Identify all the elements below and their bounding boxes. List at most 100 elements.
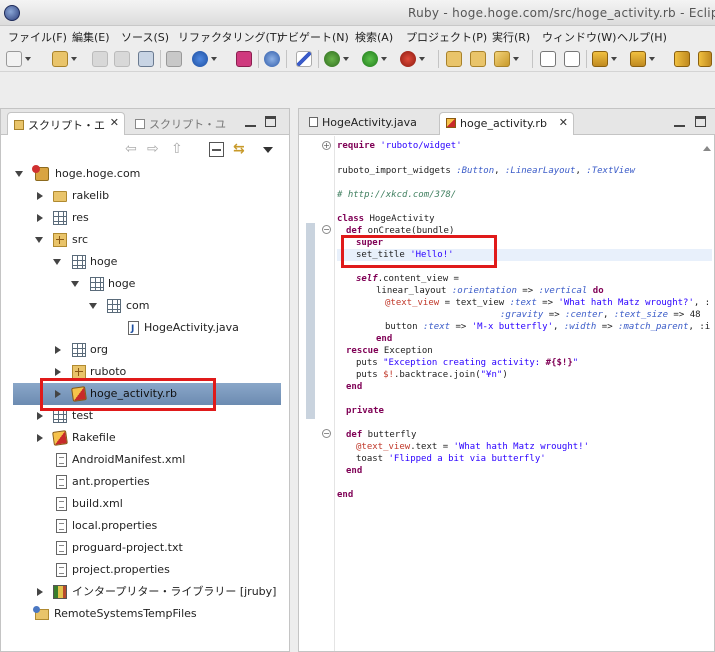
tree-item-res[interactable]: res	[1, 207, 289, 229]
globe-dropdown-icon[interactable]	[211, 57, 217, 61]
collapse-icon[interactable]	[89, 303, 97, 309]
external-tools-dropdown-icon[interactable]	[419, 57, 425, 61]
tree-item-project[interactable]: hoge.hoge.com	[1, 163, 289, 185]
expand-icon[interactable]	[37, 434, 43, 442]
scroll-up-icon[interactable]	[703, 143, 711, 151]
collapse-icon[interactable]	[53, 259, 61, 265]
menu-run[interactable]: 実行(R)	[492, 29, 530, 45]
brush-dropdown-icon[interactable]	[513, 57, 519, 61]
new-project-icon[interactable]	[52, 51, 68, 67]
fold-expand-icon[interactable]: +	[322, 141, 331, 150]
open-type-icon[interactable]	[470, 51, 486, 67]
close-icon[interactable]: ✕	[559, 116, 568, 129]
collapse-icon[interactable]	[15, 171, 23, 177]
menu-source[interactable]: ソース(S)	[121, 29, 169, 45]
expand-icon[interactable]	[55, 346, 61, 354]
tree-label: com	[126, 299, 150, 312]
up-folder-icon[interactable]: ⇧	[171, 142, 186, 157]
new-dropdown-icon[interactable]	[25, 57, 31, 61]
expand-icon[interactable]	[55, 368, 61, 376]
forward-arrow-icon[interactable]: ⇨	[147, 142, 162, 157]
external-tools-icon[interactable]	[400, 51, 416, 67]
expand-icon[interactable]	[37, 192, 43, 200]
debug-dropdown-icon[interactable]	[343, 57, 349, 61]
fold-collapse-icon[interactable]: −	[322, 225, 331, 234]
tree-item-hoge-activity-rb[interactable]: hoge_activity.rb	[13, 383, 281, 405]
tree-item-test[interactable]: test	[1, 405, 289, 427]
settings-icon[interactable]	[264, 51, 280, 67]
forward-icon[interactable]	[698, 51, 712, 67]
menu-search[interactable]: 検索(A)	[355, 29, 393, 45]
expand-icon[interactable]	[55, 390, 61, 398]
next-annotation-icon[interactable]	[592, 51, 608, 67]
minimize-icon[interactable]	[245, 119, 256, 127]
tree-item-rakelib[interactable]: rakelib	[1, 185, 289, 207]
tree-item-src[interactable]: src	[1, 229, 289, 251]
tree-item-org[interactable]: org	[1, 339, 289, 361]
run-icon[interactable]	[362, 51, 378, 67]
menu-window[interactable]: ウィンドウ(W)	[542, 29, 616, 45]
expand-icon[interactable]	[37, 412, 43, 420]
code-area[interactable]: require 'ruboto/widget' ruboto_import_wi…	[337, 136, 712, 651]
tab-script-unit[interactable]: スクリプト・ユ	[129, 112, 229, 135]
menu-help[interactable]: ヘルプ(H)	[617, 29, 667, 45]
tree-item-hoge-sub[interactable]: hoge	[1, 273, 289, 295]
tree-item-hoge[interactable]: hoge	[1, 251, 289, 273]
tree-item-rakefile[interactable]: Rakefile	[1, 427, 289, 449]
back-arrow-icon[interactable]: ⇦	[125, 142, 140, 157]
debug-icon[interactable]	[324, 51, 340, 67]
code-line: ruboto_import_widgets :Button, :LinearLa…	[337, 166, 636, 176]
menu-refactor[interactable]: リファクタリング(T)	[178, 29, 281, 45]
back-icon[interactable]	[674, 51, 690, 67]
new-icon[interactable]	[6, 51, 22, 67]
print-icon[interactable]	[138, 51, 154, 67]
collapse-icon[interactable]	[35, 237, 43, 243]
new-project-dropdown-icon[interactable]	[71, 57, 77, 61]
tree-item-remote-systems[interactable]: RemoteSystemsTempFiles	[1, 603, 289, 625]
package-icon	[72, 255, 86, 269]
tab-hoge-activity-rb[interactable]: hoge_activity.rb ✕	[439, 112, 574, 135]
tree-item-interpreter-library[interactable]: インタープリター・ライブラリー [jruby]	[1, 581, 289, 603]
maximize-icon[interactable]	[695, 116, 706, 127]
tree-item-project-properties[interactable]: project.properties	[1, 559, 289, 581]
globe-icon[interactable]	[192, 51, 208, 67]
expand-icon[interactable]	[37, 214, 43, 222]
open-folder-icon[interactable]	[446, 51, 462, 67]
next-annotation-dropdown-icon[interactable]	[611, 57, 617, 61]
run-dropdown-icon[interactable]	[381, 57, 387, 61]
menu-edit[interactable]: 編集(E)	[72, 29, 110, 45]
tree-item-build-xml[interactable]: build.xml	[1, 493, 289, 515]
menu-project[interactable]: プロジェクト(P)	[406, 29, 487, 45]
menu-navigate[interactable]: ナビゲート(N)	[277, 29, 349, 45]
tree-item-android-manifest[interactable]: AndroidManifest.xml	[1, 449, 289, 471]
tree-item-com[interactable]: com	[1, 295, 289, 317]
close-icon[interactable]: ✕	[110, 116, 119, 129]
fold-collapse-icon[interactable]: −	[322, 429, 331, 438]
tree-item-proguard[interactable]: proguard-project.txt	[1, 537, 289, 559]
view-menu-icon[interactable]	[263, 147, 273, 153]
project-icon	[32, 165, 49, 181]
tree-item-hogeactivity-java[interactable]: HogeActivity.java	[1, 317, 289, 340]
tree-item-local-properties[interactable]: local.properties	[1, 515, 289, 537]
paragraph-icon[interactable]	[564, 51, 580, 67]
brush-icon[interactable]	[494, 51, 510, 67]
tree-item-ruboto[interactable]: ruboto	[1, 361, 289, 383]
save-all-icon[interactable]	[114, 51, 130, 67]
tree-item-ant-properties[interactable]: ant.properties	[1, 471, 289, 493]
collapse-icon[interactable]	[71, 281, 79, 287]
tab-hogeactivity-java[interactable]: HogeActivity.java	[303, 112, 435, 135]
maximize-icon[interactable]	[265, 116, 276, 127]
toolbar-item-icon[interactable]	[166, 51, 182, 67]
save-icon[interactable]	[92, 51, 108, 67]
menu-file[interactable]: ファイル(F)	[8, 29, 67, 45]
expand-icon[interactable]	[37, 588, 43, 596]
prev-annotation-icon[interactable]	[630, 51, 646, 67]
edit-pen-icon[interactable]	[296, 51, 312, 67]
android-device-icon[interactable]	[236, 51, 252, 67]
document-icon[interactable]	[540, 51, 556, 67]
tab-script-explorer[interactable]: スクリプト・エ ✕	[7, 112, 125, 135]
minimize-icon[interactable]	[674, 119, 685, 127]
link-with-editor-icon[interactable]: ⇆	[233, 142, 248, 157]
collapse-all-icon[interactable]	[209, 142, 224, 157]
prev-annotation-dropdown-icon[interactable]	[649, 57, 655, 61]
